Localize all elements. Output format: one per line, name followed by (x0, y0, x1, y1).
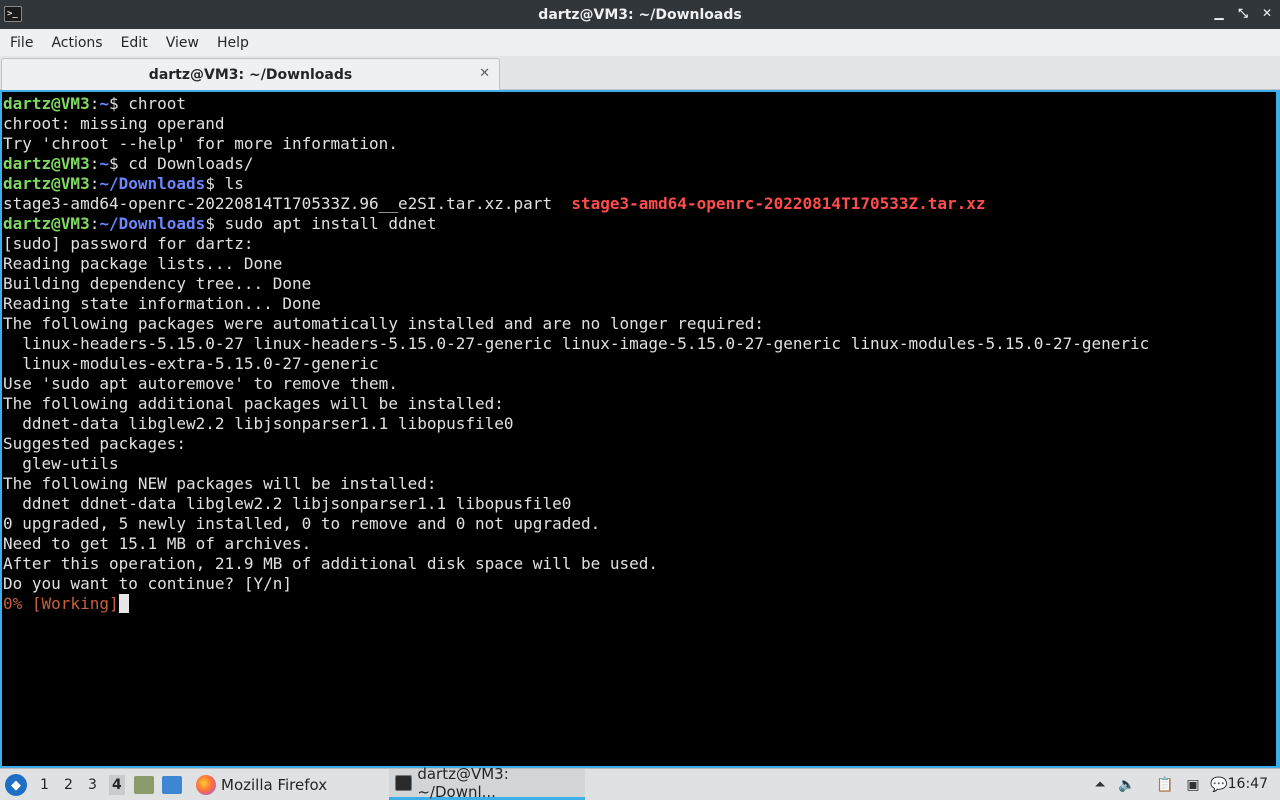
network-icon[interactable]: ▣ (1183, 775, 1203, 795)
close-button[interactable]: ✕ (1260, 4, 1274, 22)
workspace-1[interactable]: 1 (40, 777, 49, 793)
tray-expand-icon[interactable]: ⏶ (1090, 775, 1110, 795)
terminal-line: chroot: missing operand (3, 114, 225, 133)
command-text: ls (214, 174, 244, 193)
terminal-line: dartz@VM3:~/Downloads$ ls (3, 174, 244, 193)
terminal-line: dartz@VM3:~/Downloads$ sudo apt install … (3, 214, 437, 233)
task-firefox[interactable]: Mozilla Firefox (192, 769, 380, 800)
task-firefox-label: Mozilla Firefox (221, 775, 328, 794)
terminal-line: linux-headers-5.15.0-27 linux-headers-5.… (3, 334, 1150, 353)
menu-bar: File Actions Edit View Help (0, 29, 1280, 56)
window-titlebar[interactable]: >_ dartz@VM3: ~/Downloads ▁ ⤡ ✕ (0, 0, 1280, 29)
command-text: cd Downloads/ (118, 154, 254, 173)
maximize-button[interactable]: ⤡ (1236, 4, 1250, 22)
prompt-path: ~ (99, 94, 109, 113)
firefox-icon (196, 774, 216, 795)
command-text: chroot (118, 94, 187, 113)
taskbar: ◆ 1 2 3 4 Mozilla Firefox dartz@VM3: ~/D… (0, 765, 1280, 800)
terminal-line: Reading state information... Done (3, 294, 321, 313)
task-terminal[interactable]: dartz@VM3: ~/Downl... (389, 765, 585, 800)
menu-edit[interactable]: Edit (115, 31, 156, 55)
menu-view[interactable]: View (160, 31, 207, 55)
window-title: dartz@VM3: ~/Downloads (538, 6, 742, 23)
ls-file-part: stage3-amd64-openrc-20220814T170533Z.96_… (3, 194, 572, 213)
workspace-4[interactable]: 4 (109, 775, 125, 795)
terminal-output[interactable]: dartz@VM3:~$ chroot chroot: missing opera… (0, 90, 1280, 768)
terminal-line: linux-modules-extra-5.15.0-27-generic (3, 354, 379, 373)
terminal-line: dartz@VM3:~$ chroot (3, 94, 187, 113)
prompt-user: dartz@VM3 (3, 174, 90, 193)
terminal-line: Try 'chroot --help' for more information… (3, 134, 398, 153)
notifications-icon[interactable]: 💬 (1209, 775, 1229, 795)
terminal-line: Use 'sudo apt autoremove' to remove them… (3, 374, 398, 393)
terminal-line: dartz@VM3:~$ cd Downloads/ (3, 154, 254, 173)
terminal-line: Reading package lists... Done (3, 254, 283, 273)
terminal-line: Suggested packages: (3, 434, 187, 453)
terminal-line: After this operation, 21.9 MB of additio… (3, 554, 659, 573)
workspace-2[interactable]: 2 (64, 777, 73, 793)
tab-bar: dartz@VM3: ~/Downloads ✕ (0, 56, 1280, 90)
tab-close-icon[interactable]: ✕ (479, 66, 490, 81)
terminal-icon[interactable]: >_ (4, 6, 22, 22)
terminal-line: ddnet-data libglew2.2 libjsonparser1.1 l… (3, 414, 514, 433)
terminal-line: Building dependency tree... Done (3, 274, 312, 293)
terminal-icon (395, 775, 413, 791)
prompt-path: ~ (99, 154, 109, 173)
prompt-user: dartz@VM3 (3, 154, 90, 173)
clipboard-icon[interactable]: 📋 (1155, 775, 1175, 795)
terminal-line: ddnet ddnet-data libglew2.2 libjsonparse… (3, 494, 572, 513)
show-desktop-icon[interactable] (134, 776, 154, 794)
terminal-line: 0% [Working] (3, 594, 1278, 614)
apt-progress: 0% [Working] (3, 594, 119, 613)
prompt-path: ~/Downloads (99, 174, 206, 193)
terminal-line: 0 upgraded, 5 newly installed, 0 to remo… (3, 514, 601, 533)
clock[interactable]: 16:47 (1228, 776, 1268, 792)
prompt-user: dartz@VM3 (3, 214, 90, 233)
terminal-line: glew-utils (3, 454, 119, 473)
terminal-line: Need to get 15.1 MB of archives. (3, 534, 312, 553)
start-menu-icon[interactable]: ◆ (5, 774, 27, 796)
terminal-line: The following NEW packages will be insta… (3, 474, 437, 493)
tab-terminal-downloads[interactable]: dartz@VM3: ~/Downloads ✕ (1, 58, 500, 90)
terminal-line: Do you want to continue? [Y/n] (3, 574, 292, 593)
command-text: sudo apt install ddnet (214, 214, 437, 233)
terminal-line: The following packages were automaticall… (3, 314, 764, 333)
menu-file[interactable]: File (4, 31, 41, 55)
terminal-scrollbar[interactable] (1276, 90, 1280, 768)
minimize-button[interactable]: ▁ (1212, 4, 1226, 22)
terminal-line: [sudo] password for dartz: (3, 234, 254, 253)
terminal-line: The following additional packages will b… (3, 394, 504, 413)
menu-help[interactable]: Help (211, 31, 257, 55)
workspace-3[interactable]: 3 (88, 777, 97, 793)
prompt-path: ~/Downloads (99, 214, 206, 233)
terminal-line: stage3-amd64-openrc-20220814T170533Z.96_… (3, 194, 1278, 214)
prompt-user: dartz@VM3 (3, 94, 90, 113)
window-controls: ▁ ⤡ ✕ (1212, 4, 1274, 22)
terminal-cursor (118, 594, 129, 613)
task-terminal-label: dartz@VM3: ~/Downl... (417, 765, 509, 800)
menu-actions[interactable]: Actions (45, 31, 110, 55)
tab-label: dartz@VM3: ~/Downloads (148, 66, 353, 83)
volume-icon[interactable]: 🔈 (1117, 775, 1137, 795)
ls-file-archive: stage3-amd64-openrc-20220814T170533Z.tar… (571, 194, 986, 213)
file-manager-icon[interactable] (162, 776, 182, 794)
